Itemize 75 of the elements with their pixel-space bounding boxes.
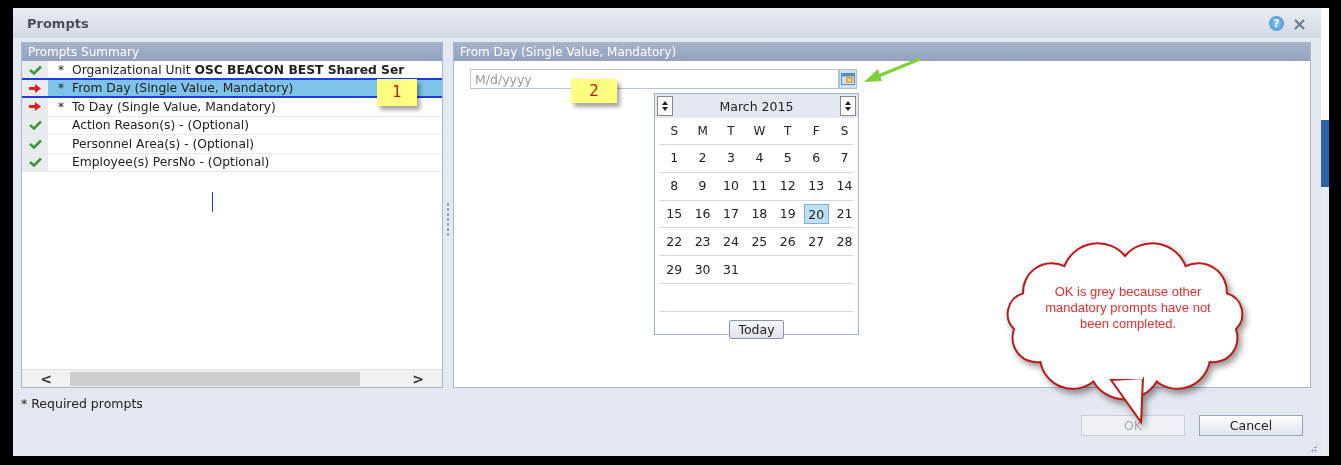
day-cell[interactable]: 17 [718, 204, 744, 224]
check-icon [28, 157, 42, 168]
day-cell[interactable]: 25 [746, 231, 772, 252]
month-spinner[interactable] [840, 96, 856, 116]
day-cell[interactable]: 16 [690, 204, 716, 224]
day-cell[interactable]: 9 [690, 176, 716, 197]
day-cell[interactable]: 28 [832, 231, 858, 252]
required-marker: * [58, 99, 64, 114]
day-cell[interactable]: 11 [746, 176, 772, 197]
prompt-row[interactable]: Employee(s) PersNo - (Optional) [22, 153, 442, 172]
footnote: * Required prompts [21, 396, 144, 411]
required-marker: * [58, 81, 64, 96]
day-cell[interactable]: 1 [661, 148, 687, 169]
day-cell[interactable]: 23 [690, 231, 716, 252]
prompt-row[interactable]: * Organizational Unit OSC BEACON BEST Shared Ser [22, 61, 442, 80]
horizontal-scrollbar[interactable]: < > [22, 369, 442, 387]
arrow-icon [29, 83, 41, 93]
day-cell[interactable]: 29 [661, 259, 687, 280]
prompt-label: Personnel Area(s) - (Optional) [72, 136, 255, 151]
day-cell[interactable]: 30 [690, 259, 716, 280]
arrow-icon [29, 102, 41, 112]
day-cell[interactable]: 8 [661, 176, 687, 197]
weekday-label: W [753, 124, 766, 138]
day-cell[interactable]: 15 [661, 204, 687, 224]
scroll-right-button[interactable]: > [394, 370, 442, 387]
weekday-label: F [812, 124, 820, 138]
month-title: March 2015 [719, 98, 794, 114]
weekday-label: S [670, 124, 678, 138]
text-cursor [212, 192, 213, 212]
day-cell[interactable]: 22 [661, 231, 687, 252]
day-cell[interactable]: 31 [718, 259, 744, 280]
prompt-label: Organizational Unit OSC BEACON BEST Shared Ser [72, 62, 405, 77]
weekday-label: T [784, 124, 792, 138]
year-spinner[interactable] [657, 96, 673, 116]
weekday-label: M [697, 124, 708, 138]
prompt-row[interactable]: Action Reason(s) - (Optional) [22, 116, 442, 135]
callout-text: OK is grey because other mandatory prompts have not been completed. [1045, 284, 1211, 332]
day-cell[interactable]: 18 [746, 204, 772, 224]
day-cell[interactable]: 14 [832, 176, 858, 197]
check-icon [28, 138, 42, 149]
check-icon [28, 120, 42, 131]
step-label: 2 [571, 79, 617, 103]
day-cell[interactable]: 7 [832, 148, 858, 169]
day-cell[interactable]: 2 [690, 148, 716, 169]
day-cell[interactable]: 5 [775, 148, 801, 169]
day-cell[interactable]: 12 [775, 176, 801, 197]
day-cell[interactable]: 6 [803, 148, 829, 169]
panel-header: Prompts Summary [22, 43, 442, 61]
day-cell[interactable]: 4 [746, 148, 772, 169]
day-cell[interactable]: 27 [803, 231, 829, 252]
prompt-row[interactable]: Personnel Area(s) - (Optional) [22, 135, 442, 154]
day-cell[interactable]: 26 [775, 231, 801, 252]
scrollbar-thumb[interactable] [70, 371, 360, 386]
day-cell[interactable]: 19 [775, 204, 801, 224]
prompt-label: To Day (Single Value, Mandatory) [72, 99, 276, 114]
weekday-label: S [840, 124, 849, 138]
prompt-label: From Day (Single Value, Mandatory) [72, 81, 294, 96]
calendar-icon[interactable] [839, 69, 857, 89]
day-cell[interactable]: 21 [832, 204, 858, 224]
day-cell[interactable]: 3 [718, 148, 744, 169]
prompt-label: Action Reason(s) - (Optional) [72, 118, 250, 133]
dialog-button[interactable]: Cancel [1199, 415, 1303, 436]
panel-header: From Day (Single Value, Mandatory) [454, 43, 1310, 61]
day-cell[interactable]: 13 [803, 176, 829, 197]
window-title: Prompts [27, 15, 89, 31]
weekday-label: T [727, 124, 735, 138]
check-icon [28, 64, 42, 75]
required-marker: * [58, 62, 64, 77]
day-cell[interactable]: 24 [718, 231, 744, 252]
scroll-left-button[interactable]: < [22, 370, 70, 387]
day-cell[interactable]: 20 [803, 204, 829, 224]
today-button[interactable]: Today [729, 319, 784, 339]
day-cell[interactable]: 10 [718, 176, 744, 197]
step-label: 1 [377, 79, 417, 106]
prompt-label: Employee(s) PersNo - (Optional) [72, 155, 270, 170]
